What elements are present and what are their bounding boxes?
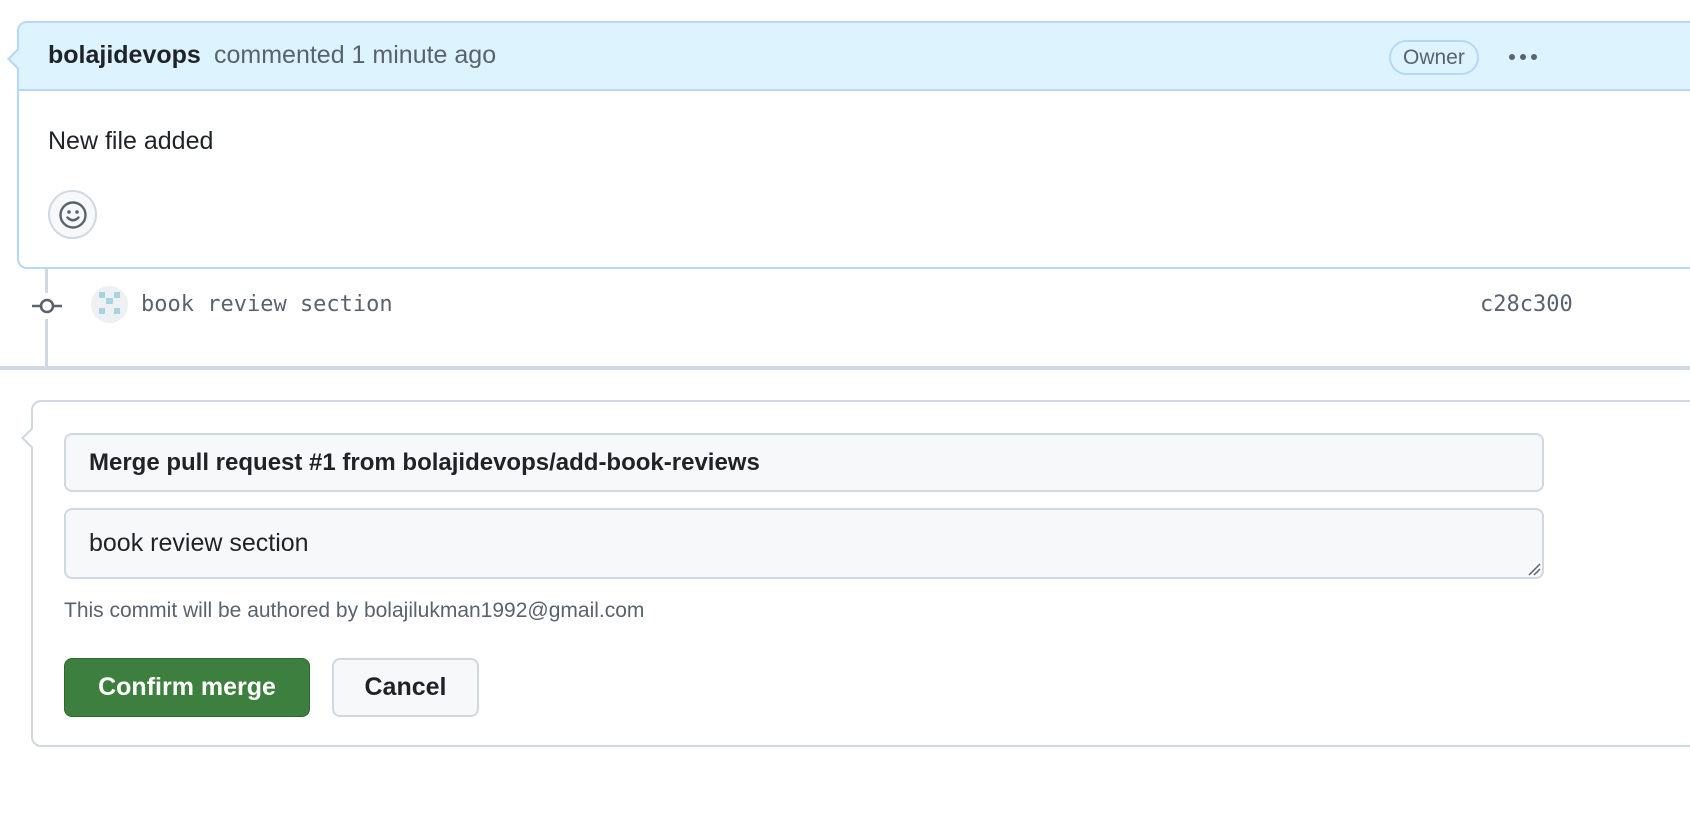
resize-handle-icon[interactable] — [1527, 562, 1541, 576]
comment-body: New file added — [48, 127, 214, 155]
kebab-horizontal-icon[interactable] — [1503, 45, 1543, 69]
merge-form: book review section This commit will be … — [21, 400, 1690, 747]
smiley-icon — [58, 200, 87, 229]
commit-sha-link[interactable]: c28c300 — [1480, 292, 1573, 317]
merge-caret — [21, 426, 34, 450]
comment-caret — [7, 47, 20, 71]
commit-message-textarea[interactable]: book review section — [64, 508, 1544, 579]
comment-header: bolajidevops commented 1 minute ago Owne… — [19, 23, 1690, 91]
owner-badge: Owner — [1389, 40, 1479, 75]
add-reaction-button[interactable] — [48, 190, 97, 239]
git-commit-icon — [30, 293, 64, 319]
section-divider — [0, 366, 1690, 370]
commit-author-note: This commit will be authored by bolajilu… — [64, 599, 645, 622]
commit-title-input[interactable] — [64, 433, 1544, 492]
commit-author-avatar[interactable] — [91, 286, 128, 323]
comment-timestamp[interactable]: commented 1 minute ago — [214, 41, 496, 70]
comment-box: bolajidevops commented 1 minute ago Owne… — [7, 21, 1690, 269]
cancel-button[interactable]: Cancel — [332, 658, 479, 717]
comment-author[interactable]: bolajidevops — [48, 41, 201, 70]
confirm-merge-button[interactable]: Confirm merge — [64, 658, 310, 717]
commit-message-link[interactable]: book review section — [141, 292, 393, 317]
